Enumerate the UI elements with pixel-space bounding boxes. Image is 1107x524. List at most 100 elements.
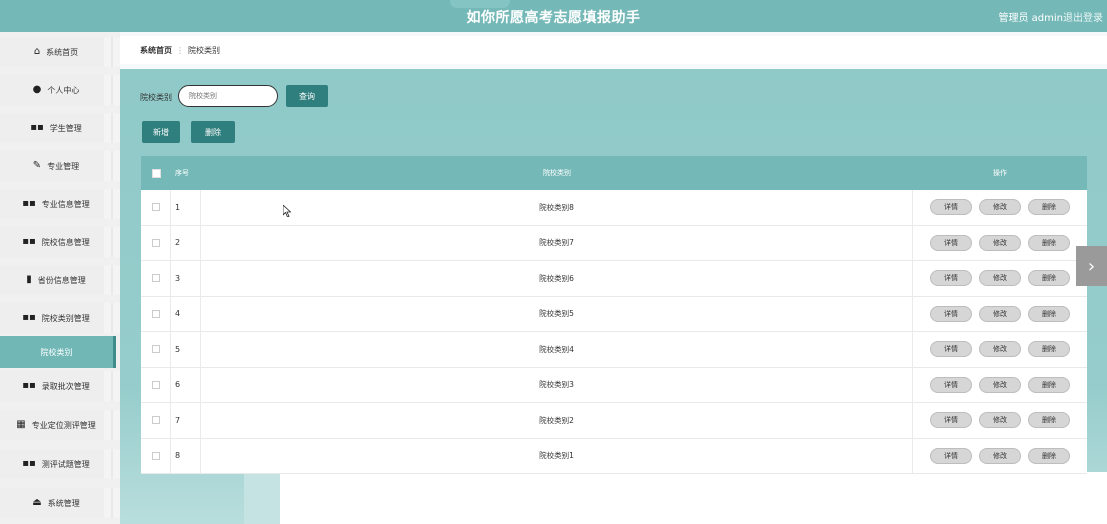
- delete-button[interactable]: 删除: [1028, 270, 1070, 287]
- delete-button[interactable]: 删除: [1028, 447, 1070, 464]
- search-label: 院校类别: [140, 93, 172, 102]
- row-name: 院校类别6: [201, 261, 913, 296]
- row-checkbox[interactable]: [151, 309, 160, 318]
- table-row: 8 院校类别1 详情 修改 删除: [141, 438, 1087, 474]
- edit-button[interactable]: 修改: [979, 270, 1021, 287]
- row-name: 院校类别8: [201, 190, 913, 225]
- detail-button[interactable]: 详情: [930, 199, 972, 216]
- main-content: 系统首页 ⋮ 院校类别 院校类别 查询 新增 删除 序号 院校类别 操作 1院校…: [120, 32, 1107, 524]
- row-name: 院校类别3: [201, 367, 913, 402]
- breadcrumb-home[interactable]: 系统首页: [140, 45, 172, 56]
- delete-button[interactable]: 删除: [1028, 412, 1070, 429]
- detail-button[interactable]: 详情: [930, 234, 972, 251]
- detail-button[interactable]: 详情: [930, 270, 972, 287]
- batch-delete-button[interactable]: 删除: [191, 121, 235, 143]
- edit-button[interactable]: 修改: [979, 376, 1021, 393]
- sidebar-item-province-info[interactable]: ▮ 省份信息管理: [0, 265, 120, 295]
- sidebar-item-test-questions[interactable]: ▪▪ 测评试题管理: [0, 449, 120, 479]
- row-name: 院校类别7: [201, 225, 913, 260]
- delete-button[interactable]: 删除: [1028, 376, 1070, 393]
- system-icon: ⏏: [32, 497, 42, 508]
- grid-icon: ▪▪: [22, 236, 36, 247]
- detail-button[interactable]: 详情: [930, 305, 972, 322]
- row-index: 1: [171, 190, 201, 225]
- row-checkbox[interactable]: [151, 451, 160, 460]
- top-header: 如你所愿高考志愿填报助手 管理员 admin 退出登录: [0, 0, 1107, 32]
- sidebar: ⌂ 系统首页 ● 个人中心 ▪▪ 学生管理 ✎ 专业管理 ▪▪ 专业信息管理 ▪▪ 院校信息…: [0, 32, 120, 524]
- detail-button[interactable]: 详情: [930, 447, 972, 464]
- breadcrumb-current: 院校类别: [188, 45, 220, 55]
- app-title: 如你所愿高考志愿填报助手: [466, 10, 641, 26]
- grid-icon: ▪▪: [22, 380, 36, 391]
- decor-block: [280, 472, 1107, 524]
- sidebar-item-home[interactable]: ⌂ 系统首页: [0, 37, 120, 67]
- edit-button[interactable]: 修改: [979, 341, 1021, 358]
- sidebar-item-major-info[interactable]: ▪▪ 专业信息管理: [0, 189, 120, 219]
- query-button[interactable]: 查询: [286, 85, 328, 107]
- next-arrow-icon[interactable]: ›: [1076, 246, 1107, 286]
- category-table: 序号 院校类别 操作 1 院校类别8 详情 修改 删除 2 院校类别7 详情 修改 删除 3 院校类别…: [141, 156, 1087, 474]
- row-name: 院校类别4: [201, 332, 913, 367]
- sidebar-item-label: 测评试题管理: [41, 459, 90, 469]
- sidebar-item-students[interactable]: ▪▪ 学生管理: [0, 113, 120, 143]
- sidebar-item-label: 录取批次管理: [41, 381, 90, 391]
- row-name: 院校类别1: [201, 438, 913, 473]
- row-index: 8: [171, 438, 201, 473]
- row-actions: 详情 修改 删除: [913, 447, 1087, 464]
- select-all-checkbox[interactable]: [151, 168, 161, 178]
- delete-button[interactable]: 删除: [1028, 199, 1070, 216]
- sidebar-item-major-assessment[interactable]: ▦ 专业定位测评管理: [0, 410, 120, 440]
- grid-icon: ▪▪: [22, 312, 36, 323]
- add-button[interactable]: 新增: [142, 121, 180, 143]
- row-index: 7: [171, 403, 201, 438]
- edit-button[interactable]: 修改: [979, 234, 1021, 251]
- detail-button[interactable]: 详情: [930, 376, 972, 393]
- sidebar-item-label: 个人中心: [47, 85, 80, 95]
- chart-icon: ▮: [26, 274, 32, 285]
- row-actions: 详情 修改 删除: [913, 234, 1087, 251]
- row-checkbox[interactable]: [151, 380, 160, 389]
- sidebar-item-school-info[interactable]: ▪▪ 院校信息管理: [0, 227, 120, 257]
- row-name: 院校类别5: [201, 296, 913, 331]
- sidebar-item-label: 专业管理: [47, 161, 80, 171]
- table-row: 3 院校类别6 详情 修改 删除: [141, 261, 1087, 297]
- row-checkbox[interactable]: [151, 203, 160, 212]
- detail-button[interactable]: 详情: [930, 412, 972, 429]
- grid-icon: ▪▪: [30, 122, 44, 133]
- detail-button[interactable]: 详情: [930, 341, 972, 358]
- mouse-cursor-icon: [283, 205, 291, 217]
- delete-button[interactable]: 删除: [1028, 305, 1070, 322]
- sidebar-item-majors[interactable]: ✎ 专业管理: [0, 151, 120, 181]
- table-icon: ▦: [16, 419, 26, 430]
- logout-link[interactable]: 退出登录: [1063, 9, 1103, 24]
- sidebar-item-label: 院校信息管理: [41, 237, 90, 247]
- delete-button[interactable]: 删除: [1028, 234, 1070, 251]
- sidebar-item-personal[interactable]: ● 个人中心: [0, 75, 120, 105]
- header-index: 序号: [175, 169, 189, 177]
- table-row: 5 院校类别4 详情 修改 删除: [141, 332, 1087, 368]
- edit-button[interactable]: 修改: [979, 447, 1021, 464]
- sidebar-item-label: 系统首页: [46, 47, 79, 57]
- row-actions: 详情 修改 删除: [913, 376, 1087, 393]
- sidebar-item-label: 院校类别管理: [41, 313, 90, 323]
- delete-button[interactable]: 删除: [1028, 341, 1070, 358]
- sidebar-item-school-category[interactable]: ▪▪ 院校类别管理: [0, 303, 120, 333]
- sidebar-item-system[interactable]: ⏏ 系统管理: [0, 488, 120, 518]
- grid-icon: ▪▪: [22, 198, 36, 209]
- home-icon: ⌂: [33, 46, 41, 57]
- row-actions: 详情 修改 删除: [913, 199, 1087, 216]
- row-checkbox[interactable]: [151, 274, 160, 283]
- row-checkbox[interactable]: [151, 416, 160, 425]
- sidebar-item-admission-batch[interactable]: ▪▪ 录取批次管理: [0, 371, 120, 401]
- search-input[interactable]: [178, 85, 278, 107]
- row-checkbox[interactable]: [151, 238, 160, 247]
- table-row: 6 院校类别3 详情 修改 删除: [141, 367, 1087, 403]
- edit-button[interactable]: 修改: [979, 412, 1021, 429]
- edit-button[interactable]: 修改: [979, 199, 1021, 216]
- row-checkbox[interactable]: [151, 345, 160, 354]
- table-row: 7 院校类别2 详情 修改 删除: [141, 403, 1087, 439]
- header-name[interactable]: 院校类别: [201, 168, 913, 178]
- edit-button[interactable]: 修改: [979, 305, 1021, 322]
- sidebar-sub-school-category[interactable]: 院校类别: [0, 336, 116, 368]
- row-actions: 详情 修改 删除: [913, 305, 1087, 322]
